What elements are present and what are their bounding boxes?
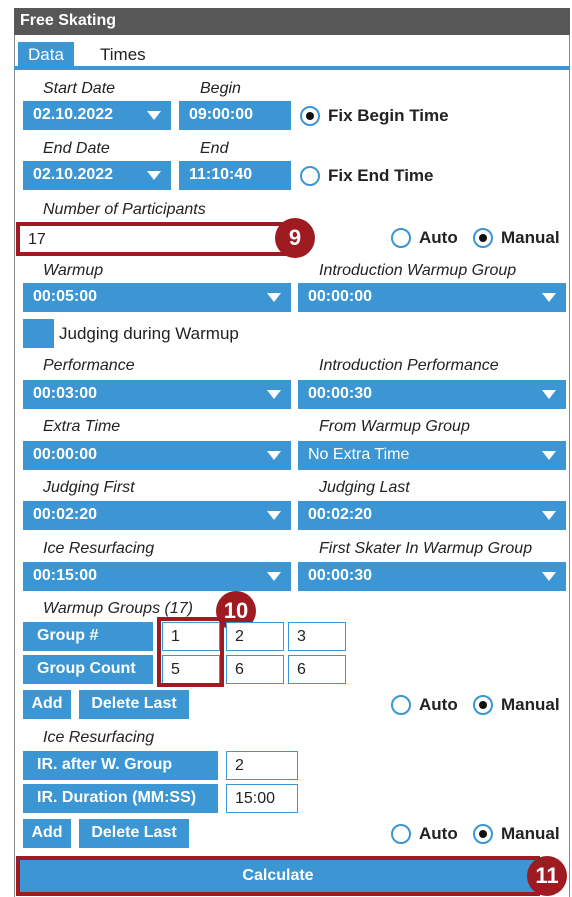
intro-performance-label: Introduction Performance	[319, 357, 499, 374]
ice-resurfacing-value: 00:15:00	[33, 567, 98, 584]
end-date-value: 02.10.2022	[33, 166, 114, 183]
group-number-2[interactable]: 2	[226, 622, 284, 651]
from-warmup-dropdown[interactable]: No Extra Time	[298, 441, 566, 470]
chevron-down-icon	[267, 572, 281, 581]
end-time-field[interactable]: 11:10:40	[179, 161, 291, 190]
ir-section-label: Ice Resurfacing	[43, 729, 155, 746]
intro-performance-dropdown[interactable]: 00:00:30	[298, 380, 566, 409]
end-date-label: End Date	[43, 140, 110, 157]
ir-delete-last-button[interactable]: Delete Last	[79, 819, 189, 848]
groups-delete-last-button[interactable]: Delete Last	[79, 690, 189, 719]
from-warmup-value: No Extra Time	[308, 446, 410, 463]
end-date-dropdown[interactable]: 02.10.2022	[23, 161, 171, 190]
judging-warmup-checkbox[interactable]	[23, 319, 54, 348]
callout-marker-11: 11	[527, 856, 567, 896]
groups-auto-label: Auto	[419, 695, 458, 714]
intro-performance-value: 00:00:30	[308, 385, 373, 402]
end-label: End	[200, 140, 229, 157]
chevron-down-icon	[267, 293, 281, 302]
warmup-groups-label: Warmup Groups (17)	[43, 600, 193, 617]
ice-resurfacing-label: Ice Resurfacing	[43, 540, 155, 557]
intro-warmup-label: Introduction Warmup Group	[319, 262, 517, 279]
start-date-label: Start Date	[43, 80, 116, 97]
begin-time-field[interactable]: 09:00:00	[179, 101, 291, 130]
fix-begin-radio[interactable]	[300, 106, 320, 126]
judging-last-label: Judging Last	[319, 479, 410, 496]
performance-value: 00:03:00	[33, 385, 98, 402]
groups-manual-radio[interactable]	[473, 695, 493, 715]
participants-manual-radio[interactable]	[473, 228, 493, 248]
extra-time-dropdown[interactable]: 00:00:00	[23, 441, 291, 470]
fix-end-radio[interactable]	[300, 166, 320, 186]
first-skater-label: First Skater In Warmup Group	[319, 540, 533, 557]
participants-auto-radio[interactable]	[391, 228, 411, 248]
calculate-button[interactable]: Calculate	[20, 860, 536, 892]
extra-time-value: 00:00:00	[33, 446, 98, 463]
chevron-down-icon	[542, 511, 556, 520]
first-skater-value: 00:00:30	[308, 567, 373, 584]
chevron-down-icon	[267, 390, 281, 399]
groups-highlight-box	[157, 617, 224, 687]
chevron-down-icon	[147, 111, 161, 120]
ir-add-button[interactable]: Add	[23, 819, 71, 848]
judging-warmup-label: Judging during Warmup	[59, 324, 239, 343]
panel-title: Free Skating	[14, 8, 570, 35]
participants-input[interactable]: 17	[16, 222, 292, 256]
chevron-down-icon	[542, 390, 556, 399]
chevron-down-icon	[267, 511, 281, 520]
chevron-down-icon	[542, 572, 556, 581]
chevron-down-icon	[267, 451, 281, 460]
groups-auto-radio[interactable]	[391, 695, 411, 715]
ice-resurfacing-dropdown[interactable]: 00:15:00	[23, 562, 291, 591]
judging-first-dropdown[interactable]: 00:02:20	[23, 501, 291, 530]
start-date-dropdown[interactable]: 02.10.2022	[23, 101, 171, 130]
ir-manual-radio[interactable]	[473, 824, 493, 844]
ir-duration-header: IR. Duration (MM:SS)	[23, 784, 218, 813]
judging-first-label: Judging First	[43, 479, 135, 496]
from-warmup-label: From Warmup Group	[319, 418, 470, 435]
group-count-3[interactable]: 6	[288, 655, 346, 684]
chevron-down-icon	[542, 293, 556, 302]
participants-manual-label: Manual	[501, 228, 560, 247]
tab-data[interactable]: Data	[18, 42, 74, 68]
ir-auto-label: Auto	[419, 824, 458, 843]
ir-after-header: IR. after W. Group	[23, 751, 218, 780]
performance-label: Performance	[43, 357, 135, 374]
start-date-value: 02.10.2022	[33, 106, 114, 123]
warmup-label: Warmup	[43, 262, 104, 279]
group-number-header: Group #	[23, 622, 153, 651]
chevron-down-icon	[147, 171, 161, 180]
performance-dropdown[interactable]: 00:03:00	[23, 380, 291, 409]
warmup-value: 00:05:00	[33, 288, 98, 305]
judging-last-dropdown[interactable]: 00:02:20	[298, 501, 566, 530]
fix-end-label: Fix End Time	[328, 166, 434, 185]
warmup-dropdown[interactable]: 00:05:00	[23, 283, 291, 312]
tab-times[interactable]: Times	[90, 42, 156, 68]
intro-warmup-value: 00:00:00	[308, 288, 373, 305]
groups-manual-label: Manual	[501, 695, 560, 714]
ir-auto-radio[interactable]	[391, 824, 411, 844]
groups-add-button[interactable]: Add	[23, 690, 71, 719]
first-skater-dropdown[interactable]: 00:00:30	[298, 562, 566, 591]
intro-warmup-dropdown[interactable]: 00:00:00	[298, 283, 566, 312]
ir-duration-input[interactable]: 15:00	[226, 784, 298, 813]
ir-manual-label: Manual	[501, 824, 560, 843]
participants-auto-label: Auto	[419, 228, 458, 247]
chevron-down-icon	[542, 451, 556, 460]
group-count-header: Group Count	[23, 655, 153, 684]
fix-begin-label: Fix Begin Time	[328, 106, 449, 125]
ir-after-input[interactable]: 2	[226, 751, 298, 780]
participants-label: Number of Participants	[43, 201, 206, 218]
group-number-3[interactable]: 3	[288, 622, 346, 651]
extra-time-label: Extra Time	[43, 418, 121, 435]
judging-last-value: 00:02:20	[308, 506, 373, 523]
group-count-2[interactable]: 6	[226, 655, 284, 684]
judging-first-value: 00:02:20	[33, 506, 98, 523]
begin-label: Begin	[200, 80, 241, 97]
callout-marker-9: 9	[275, 218, 315, 258]
